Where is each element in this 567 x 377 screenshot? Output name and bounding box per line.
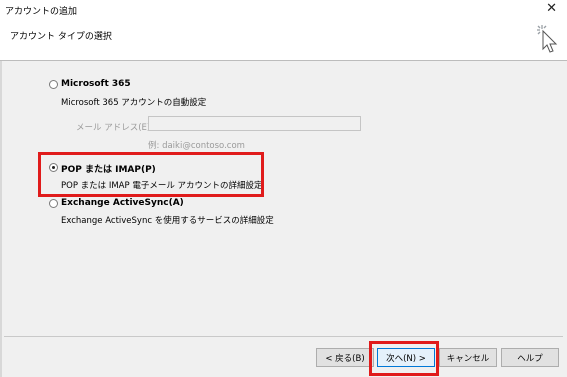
email-example: 例: daiki@contoso.com [148, 141, 245, 151]
highlight-box-pop-imap [38, 152, 264, 197]
highlight-box-next [369, 341, 439, 376]
email-label: メール アドレス(E): [76, 123, 154, 133]
window-title: アカウントの追加 [5, 7, 78, 17]
cancel-button[interactable]: キャンセル [439, 348, 497, 367]
footer-divider [4, 336, 563, 337]
help-button[interactable]: ヘルプ [501, 348, 559, 367]
cursor-icon [537, 25, 558, 53]
radio-exchange-activesync[interactable] [49, 199, 58, 208]
email-field[interactable] [148, 116, 361, 131]
page-title: アカウント タイプの選択 [10, 32, 112, 42]
panel-edge [0, 61, 2, 377]
option-microsoft-365-title[interactable]: Microsoft 365 [61, 79, 131, 89]
close-icon[interactable]: ✕ [546, 1, 557, 16]
option-microsoft-365-desc: Microsoft 365 アカウントの自動設定 [61, 98, 207, 108]
radio-microsoft-365[interactable] [49, 80, 58, 89]
option-exchange-activesync-title[interactable]: Exchange ActiveSync(A) [61, 198, 184, 208]
dialog-header: アカウント タイプの選択 [0, 20, 567, 59]
back-button[interactable]: < 戻る(B) [316, 348, 374, 367]
option-exchange-activesync-desc: Exchange ActiveSync を使用するサービスの詳細設定 [61, 216, 274, 226]
title-bar: アカウントの追加 ✕ [0, 0, 567, 20]
